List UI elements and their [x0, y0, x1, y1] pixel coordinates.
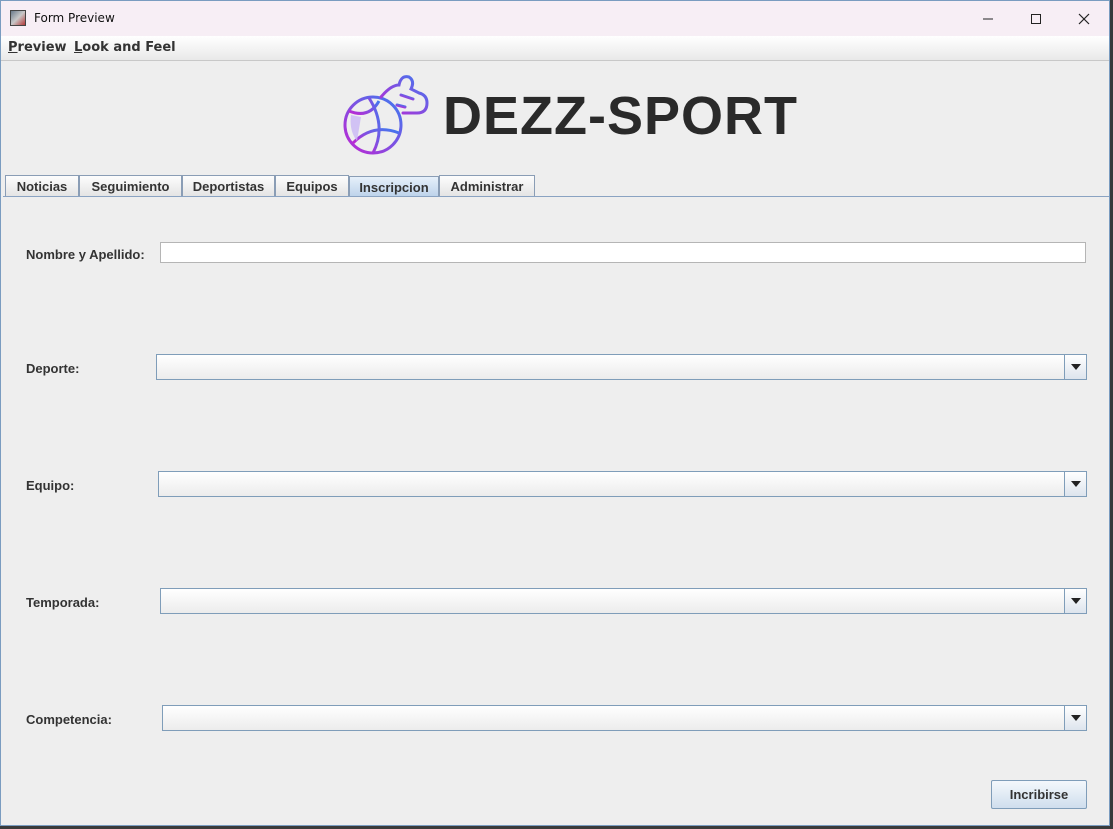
close-icon: [1078, 13, 1090, 24]
competition-combobox[interactable]: [162, 705, 1087, 731]
app-icon: [10, 10, 26, 26]
competition-label: Competencia:: [26, 712, 112, 727]
tab-equipos[interactable]: Equipos: [275, 175, 349, 196]
menu-look-and-feel[interactable]: Look and Feel: [74, 40, 176, 55]
brand-title: DEZZ-SPORT: [443, 86, 798, 146]
maximize-button[interactable]: [1012, 1, 1060, 36]
minimize-button[interactable]: [964, 1, 1012, 36]
title-bar: Form Preview: [1, 1, 1109, 36]
menu-bar: Preview Look and Feel: [1, 36, 1109, 61]
maximize-icon: [1031, 13, 1041, 24]
sport-label: Deporte:: [26, 361, 80, 376]
chevron-down-icon[interactable]: [1064, 589, 1086, 613]
sport-combobox[interactable]: [156, 354, 1087, 380]
tab-seguimiento[interactable]: Seguimiento: [79, 175, 182, 196]
name-input[interactable]: [160, 242, 1086, 263]
menu-preview-mnemonic: P: [8, 40, 18, 55]
chevron-down-icon[interactable]: [1064, 355, 1086, 379]
season-combobox[interactable]: [160, 588, 1087, 614]
chevron-down-icon[interactable]: [1064, 472, 1086, 496]
menu-preview-label: review: [17, 40, 67, 55]
close-button[interactable]: [1060, 1, 1108, 36]
chevron-down-icon[interactable]: [1064, 706, 1086, 730]
menu-look-and-feel-label: ook and Feel: [82, 40, 176, 55]
menu-preview[interactable]: Preview: [8, 40, 67, 55]
submit-button[interactable]: Incribirse: [991, 780, 1087, 809]
season-label: Temporada:: [26, 595, 100, 610]
team-combobox[interactable]: [158, 471, 1087, 497]
tab-deportistas[interactable]: Deportistas: [182, 175, 275, 196]
basketball-logo-icon: [343, 75, 429, 155]
tab-administrar[interactable]: Administrar: [439, 175, 535, 196]
minimize-icon: [983, 18, 993, 19]
window-title: Form Preview: [34, 11, 115, 25]
name-label: Nombre y Apellido:: [26, 247, 145, 262]
tab-inscripcion[interactable]: Inscripcion: [349, 176, 439, 197]
tab-noticias[interactable]: Noticias: [5, 175, 79, 196]
team-label: Equipo:: [26, 478, 75, 493]
app-window: Form Preview Preview Look and Feel DEZZ-: [0, 0, 1110, 826]
inscripcion-panel: [3, 196, 1109, 825]
